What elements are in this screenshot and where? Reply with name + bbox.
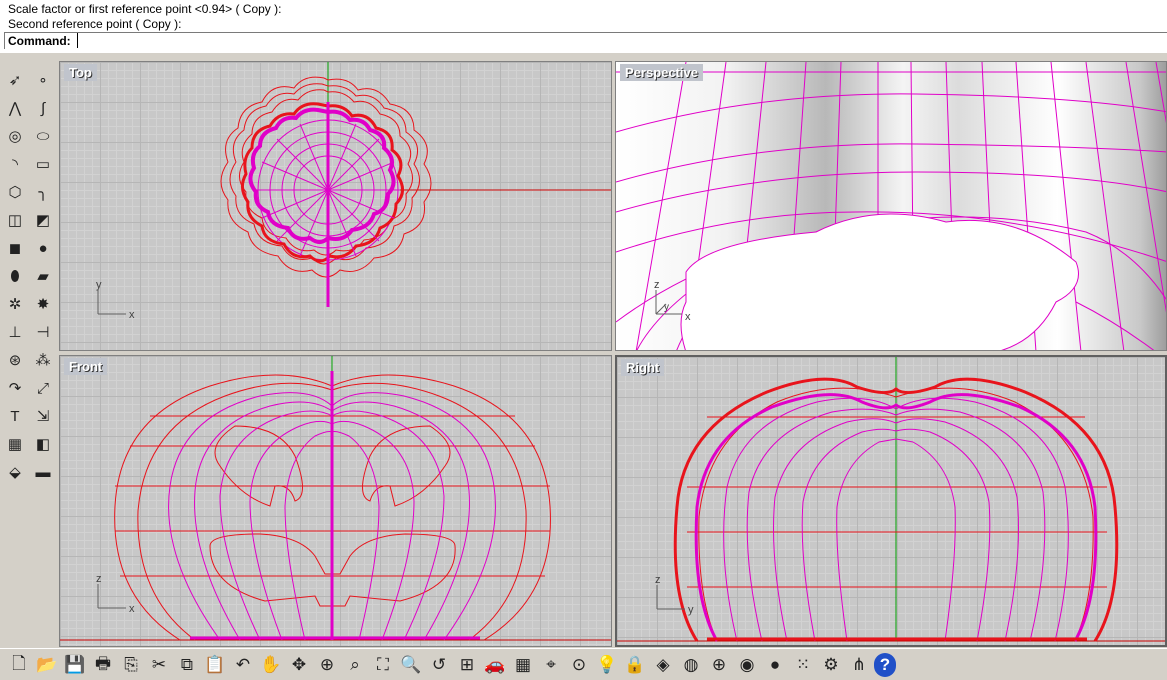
light-bulb-icon[interactable]: 💡 [594, 653, 620, 677]
open-folder-icon[interactable]: 📂 [34, 653, 60, 677]
sphere-wire-icon[interactable]: ⊕ [706, 653, 732, 677]
new-file-icon[interactable]: 🗋 [6, 653, 32, 677]
axis-label-z: z [96, 573, 102, 585]
analyze-icon[interactable]: ⬙ [3, 460, 27, 484]
grid-icon[interactable]: ▦ [510, 653, 536, 677]
axis-label-z: z [655, 574, 661, 586]
transform-gear-icon[interactable]: ✲ [3, 292, 27, 316]
zoom-selected-icon[interactable]: 🔍 [398, 653, 424, 677]
command-line: Command: [4, 32, 1167, 49]
point-icon[interactable]: ∘ [31, 68, 55, 92]
axis-label-x: x [129, 603, 135, 615]
command-input[interactable] [77, 33, 1157, 48]
surface-icon[interactable]: ◫ [3, 208, 27, 232]
zoom-window-icon[interactable]: ⌕ [342, 653, 368, 677]
viewport-perspective[interactable]: z y x Perspective [615, 61, 1167, 351]
rotate-view-icon[interactable]: ✥ [286, 653, 312, 677]
boolean-icon[interactable]: ⊛ [3, 348, 27, 372]
array-icon[interactable]: ▦ [3, 432, 27, 456]
text-icon[interactable]: T [3, 404, 27, 428]
gear-options-icon[interactable]: ⚙ [818, 653, 844, 677]
surface-fillet-icon[interactable]: ◩ [31, 208, 55, 232]
perspective-view-drawing: z y x [616, 62, 1166, 350]
explode-icon[interactable]: ✸ [31, 292, 55, 316]
command-history-line: Second reference point ( Copy ): [8, 17, 182, 31]
color-wheel-icon[interactable]: ◍ [678, 653, 704, 677]
box-solid-icon[interactable]: ◼ [3, 236, 27, 260]
command-history-line: Scale factor or first reference point <0… [8, 2, 282, 16]
right-view-drawing: z y [617, 357, 1165, 642]
split-icon[interactable]: ⊣ [31, 320, 55, 344]
rectangle-icon[interactable]: ▭ [31, 152, 55, 176]
cylinder-icon[interactable]: ⬮ [3, 264, 27, 288]
front-view-drawing: z x [60, 356, 611, 641]
undo-icon[interactable]: ↶ [230, 653, 256, 677]
viewport-title-right[interactable]: Right [621, 359, 665, 376]
cut-icon[interactable]: ✂ [146, 653, 172, 677]
zoom-dynamic-icon[interactable]: ⊕ [314, 653, 340, 677]
viewport-top[interactable]: y x Top [59, 61, 612, 351]
rhino-window: Scale factor or first reference point <0… [0, 0, 1167, 680]
point-cloud-icon[interactable]: ⁙ [790, 653, 816, 677]
snap-icon[interactable]: ⌖ [538, 653, 564, 677]
paste-icon[interactable]: 📋 [202, 653, 228, 677]
axis-label-y: y [664, 302, 669, 313]
four-viewports-icon[interactable]: ⊞ [454, 653, 480, 677]
osnap-icon[interactable]: ⊙ [566, 653, 592, 677]
zoom-extents-icon[interactable]: ⛶ [370, 653, 396, 677]
axis-label-y: y [688, 604, 694, 616]
render-sphere-icon[interactable]: ◉ [734, 653, 760, 677]
layer-icon[interactable]: ◈ [650, 653, 676, 677]
viewport-title-perspective[interactable]: Perspective [620, 64, 703, 81]
dimension-icon[interactable]: ⤢ [31, 376, 55, 400]
copy-icon[interactable]: ⧉ [174, 653, 200, 677]
ellipse-icon[interactable]: ⬭ [31, 124, 55, 148]
viewport-front[interactable]: z x Front [59, 355, 612, 647]
undo-view-icon[interactable]: ↺ [426, 653, 452, 677]
polygon-icon[interactable]: ⬡ [3, 180, 27, 204]
shaded-sphere-icon[interactable]: ● [762, 653, 788, 677]
ruler-icon[interactable]: ▬ [31, 460, 55, 484]
viewport-right[interactable]: z y Right [615, 355, 1167, 647]
standard-toolbar: 🗋 📂 💾 🖶 ⎘ ✂ ⧉ 📋 ↶ ✋ ✥ ⊕ ⌕ ⛶ 🔍 ↺ ⊞ 🚗 ▦ ⌖ ⊙ 💡 🔒 ◈ ◍ ⊕ ◉ ● ⁙ ⚙ ⋔? [0, 648, 1167, 680]
sphere-icon[interactable]: ● [31, 236, 55, 260]
curve-icon[interactable]: ∫ [31, 96, 55, 120]
lock-icon[interactable]: 🔒 [622, 653, 648, 677]
trim-icon[interactable]: ⊥ [3, 320, 27, 344]
polyline-icon[interactable]: ⋀ [3, 96, 27, 120]
top-view-drawing: y x [96, 62, 611, 321]
axis-label-z: z [654, 279, 660, 291]
axis-label-x: x [685, 311, 691, 323]
print-icon[interactable]: 🖶 [90, 653, 116, 677]
viewport-title-top[interactable]: Top [64, 64, 97, 81]
command-prompt-label: Command: [8, 34, 71, 48]
axis-label-y: y [96, 279, 102, 291]
divider [0, 52, 1167, 60]
group-icon[interactable]: ⁂ [31, 348, 55, 372]
import-icon[interactable]: ⎘ [118, 653, 144, 677]
mesh-plane-icon[interactable]: ▰ [31, 264, 55, 288]
help-icon[interactable]: ? [874, 653, 896, 677]
tree-icon[interactable]: ⋔ [846, 653, 872, 677]
car-icon[interactable]: 🚗 [482, 653, 508, 677]
pan-hand-icon[interactable]: ✋ [258, 653, 284, 677]
left-toolbar: ➶ ∘ ⋀ ∫ ◎ ⬭ ◝ ▭ ⬡ ╮ ◫ ◩ ◼ ● ⬮ ▰ ✲ ✸ ⊥ ⊣ ⊛ ⁂ ↷ ⤢ T ⇲ ▦ ◧ ⬙ ▬ [0, 60, 58, 648]
select-arrow-icon[interactable]: ➶ [3, 68, 27, 92]
axis-label-x: x [129, 309, 135, 321]
scale-icon[interactable]: ⇲ [31, 404, 55, 428]
viewport-title-front[interactable]: Front [64, 358, 108, 375]
circle-icon[interactable]: ◎ [3, 124, 27, 148]
save-icon[interactable]: 💾 [62, 653, 88, 677]
fillet-curve-icon[interactable]: ╮ [31, 180, 55, 204]
command-area: Scale factor or first reference point <0… [0, 0, 1167, 52]
arc-icon[interactable]: ◝ [3, 152, 27, 176]
mirror-icon[interactable]: ◧ [31, 432, 55, 456]
offset-icon[interactable]: ↷ [3, 376, 27, 400]
